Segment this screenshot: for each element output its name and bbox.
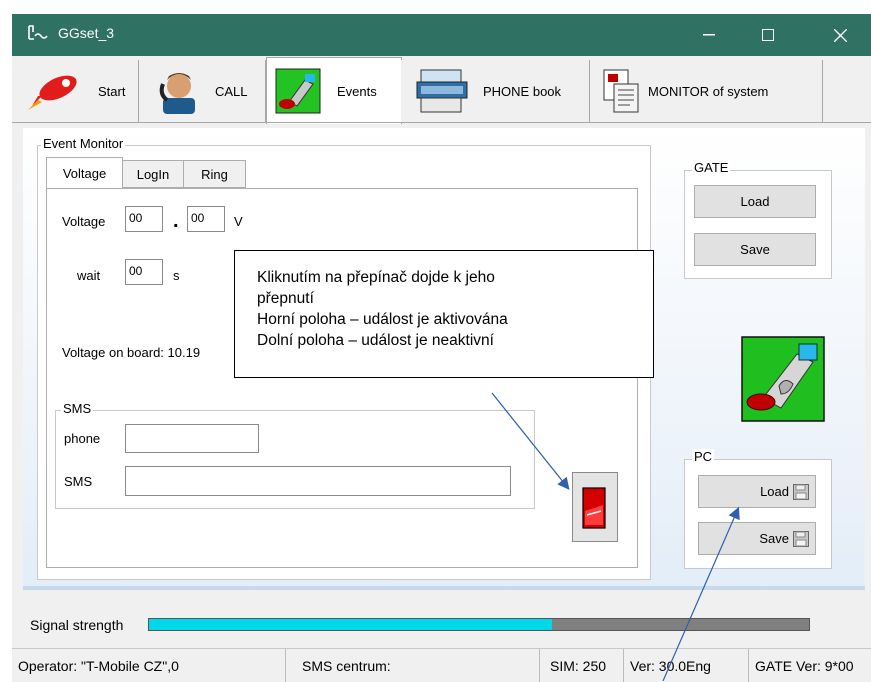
wait-label: wait bbox=[77, 268, 101, 283]
red-switch-icon bbox=[582, 487, 606, 529]
signal-strength-fill bbox=[149, 619, 552, 630]
signal-strength-label: Signal strength bbox=[30, 617, 124, 633]
gate-load-button[interactable]: Load bbox=[694, 185, 816, 218]
annotation-callout: Kliknutím na přepínač dojde k jeho přepn… bbox=[234, 250, 654, 378]
tab-monitor[interactable]: MONITOR of system bbox=[590, 60, 823, 122]
tab-start[interactable]: Start bbox=[12, 60, 139, 122]
sms-group-label: SMS bbox=[61, 401, 94, 416]
minimize-button[interactable] bbox=[686, 14, 732, 56]
tab-divider bbox=[12, 122, 871, 123]
tab-events-label: Events bbox=[337, 83, 377, 99]
decimal-separator: . bbox=[173, 210, 179, 232]
signal-strength-bar bbox=[148, 618, 810, 631]
floppy-disk-icon bbox=[793, 530, 809, 547]
pc-load-button[interactable]: Load bbox=[698, 475, 816, 508]
close-button[interactable] bbox=[817, 14, 863, 56]
voltage-decimal-input[interactable]: 00 bbox=[187, 206, 225, 232]
pc-label: PC bbox=[692, 449, 715, 464]
callout-line-3: Horní poloha – událost je aktivována bbox=[257, 311, 508, 328]
status-sms-centrum: SMS centrum: bbox=[286, 649, 540, 682]
subtab-voltage[interactable]: Voltage bbox=[46, 157, 123, 189]
tab-phone-book[interactable]: PHONE book bbox=[401, 60, 590, 122]
maximize-icon bbox=[762, 29, 774, 41]
gate-label: GATE bbox=[692, 160, 731, 175]
callout-line-1: Kliknutím na přepínač dojde k jeho bbox=[257, 269, 495, 286]
person-phone-icon bbox=[159, 73, 195, 114]
callout-line-4: Dolní poloha – událost je neaktivní bbox=[257, 332, 494, 349]
events-large-icon bbox=[741, 336, 825, 422]
voltage-label: Voltage bbox=[62, 214, 106, 229]
pc-save-button[interactable]: Save bbox=[698, 522, 816, 555]
status-bar: Operator: "T-Mobile CZ",0 SMS centrum: S… bbox=[12, 648, 871, 682]
pc-load-label: Load bbox=[760, 484, 789, 499]
minimize-icon bbox=[703, 34, 715, 36]
subtab-ring[interactable]: Ring bbox=[184, 160, 246, 188]
floppy-disk-icon bbox=[793, 483, 809, 500]
sms-label: SMS bbox=[64, 474, 93, 489]
gate-save-button[interactable]: Save bbox=[694, 233, 816, 266]
callout-line-2: přepnutí bbox=[257, 290, 314, 307]
wait-unit: s bbox=[173, 268, 180, 283]
window-title: GGset_3 bbox=[58, 25, 115, 41]
tab-monitor-label: MONITOR of system bbox=[648, 83, 769, 99]
phone-book-icon bbox=[416, 69, 468, 113]
status-sim: SIM: 250 bbox=[540, 649, 624, 682]
status-operator: Operator: "T-Mobile CZ",0 bbox=[12, 649, 286, 682]
close-icon bbox=[833, 28, 847, 42]
voltage-tab-page bbox=[46, 188, 638, 568]
tab-call-label: CALL bbox=[215, 83, 248, 99]
tab-phone-book-label: PHONE book bbox=[483, 83, 562, 99]
pc-save-label: Save bbox=[759, 531, 789, 546]
event-enable-toggle[interactable] bbox=[572, 472, 618, 542]
event-monitor-label: Event Monitor bbox=[41, 136, 126, 151]
panel-bottom-edge bbox=[23, 586, 865, 590]
phone-label: phone bbox=[64, 431, 101, 446]
voltage-unit: V bbox=[234, 214, 243, 229]
tab-events[interactable]: Events bbox=[266, 57, 402, 124]
sms-input[interactable] bbox=[125, 466, 511, 496]
voltage-whole-input[interactable]: 00 bbox=[125, 206, 163, 232]
document-monitor-icon bbox=[603, 69, 639, 113]
subtab-login[interactable]: LogIn bbox=[123, 160, 184, 188]
tab-start-label: Start bbox=[98, 83, 126, 99]
tab-call[interactable]: CALL bbox=[139, 60, 266, 122]
voltage-on-board: Voltage on board: 10.19 bbox=[62, 345, 201, 360]
status-gate-version: GATE Ver: 9*00 bbox=[755, 657, 854, 674]
title-bar[interactable]: GGset_3 bbox=[12, 14, 871, 56]
wait-input[interactable]: 00 bbox=[125, 259, 163, 285]
hand-switch-icon bbox=[275, 68, 321, 114]
app-phone-icon bbox=[28, 25, 48, 40]
rocket-icon bbox=[28, 75, 77, 110]
status-version: Ver: 30.0Eng bbox=[624, 649, 749, 682]
phone-input[interactable] bbox=[125, 424, 259, 453]
maximize-button[interactable] bbox=[745, 14, 791, 56]
